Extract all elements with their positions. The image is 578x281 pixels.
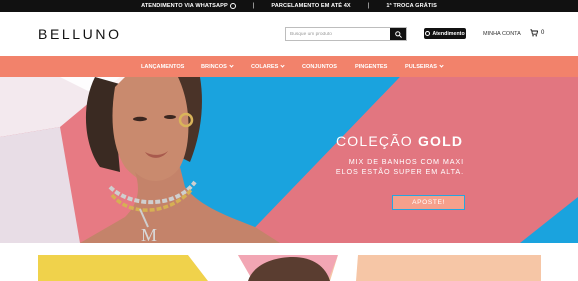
whatsapp-icon (425, 31, 431, 36)
nav-item-label: LANÇAMENTOS (141, 63, 185, 70)
nav-item-conjuntos[interactable]: CONJUNTOS (302, 56, 337, 77)
atendimento-button[interactable]: Atendimento (424, 28, 466, 39)
chevron-down-icon (439, 63, 444, 68)
secondary-banner[interactable] (38, 255, 541, 281)
nav-item-colares[interactable]: COLARES (251, 56, 285, 77)
hero-title-part1: COLEÇÃO (336, 133, 413, 149)
announcement-installments: PARCELAMENTO EM ATÉ 4X (271, 3, 351, 9)
my-account-link[interactable]: MINHA CONTA (483, 31, 521, 37)
hero-title: COLEÇÃO GOLD (336, 133, 463, 149)
whatsapp-icon (229, 3, 236, 9)
separator: | (252, 3, 255, 9)
hero-banner-image: M (0, 77, 578, 243)
main-navigation: LANÇAMENTOS BRINCOS COLARES CONJUNTOS PI… (0, 56, 578, 77)
nav-item-pulseiras[interactable]: PULSEIRAS (405, 56, 444, 77)
nav-item-label: PINGENTES (355, 63, 388, 70)
hero-subtitle: MIX DE BANHOS COM MAXI ELOS ESTÃO SUPER … (335, 157, 464, 176)
nav-item-label: BRINCOS (201, 63, 227, 70)
top-announcement-bar: ATENDIMENTO VIA WHATSAPP | PARCELAMENTO … (0, 0, 578, 12)
nav-item-label: COLARES (251, 63, 279, 70)
search-input[interactable] (286, 28, 390, 40)
atendimento-label: Atendimento (432, 30, 465, 37)
site-logo[interactable]: BELLUNO (38, 26, 122, 42)
announcement-whatsapp-label: ATENDIMENTO VIA WHATSAPP (141, 3, 228, 9)
separator: | (367, 3, 370, 9)
announcement-free-exchange: 1ª TROCA GRÁTIS (386, 3, 437, 9)
chevron-down-icon (229, 63, 234, 68)
cart-count: 0 (541, 30, 545, 36)
nav-item-pingentes[interactable]: PINGENTES (355, 56, 387, 77)
chevron-down-icon (280, 63, 285, 68)
nav-item-label: PULSEIRAS (405, 63, 438, 70)
pendant-letter: M (141, 225, 157, 243)
site-header: BELLUNO Atendimento MINHA CONTA 0 (0, 12, 578, 56)
search-bar (285, 27, 407, 41)
nav-item-brincos[interactable]: BRINCOS (201, 56, 234, 77)
cart-button[interactable]: 0 (530, 29, 544, 37)
search-icon (394, 30, 402, 38)
hero-cta-button[interactable]: APOSTE! (392, 195, 465, 210)
cart-icon (530, 29, 538, 37)
nav-item-lancamentos[interactable]: LANÇAMENTOS (141, 56, 184, 77)
secondary-banner-image (38, 255, 541, 281)
hero-banner[interactable]: M COLEÇÃO GOLD MIX DE BANHOS COM MAXI EL… (0, 77, 578, 243)
search-button[interactable] (390, 28, 406, 40)
announcement-whatsapp[interactable]: ATENDIMENTO VIA WHATSAPP (141, 3, 236, 9)
nav-item-label: CONJUNTOS (302, 63, 338, 70)
hero-title-part2: GOLD (417, 133, 464, 149)
